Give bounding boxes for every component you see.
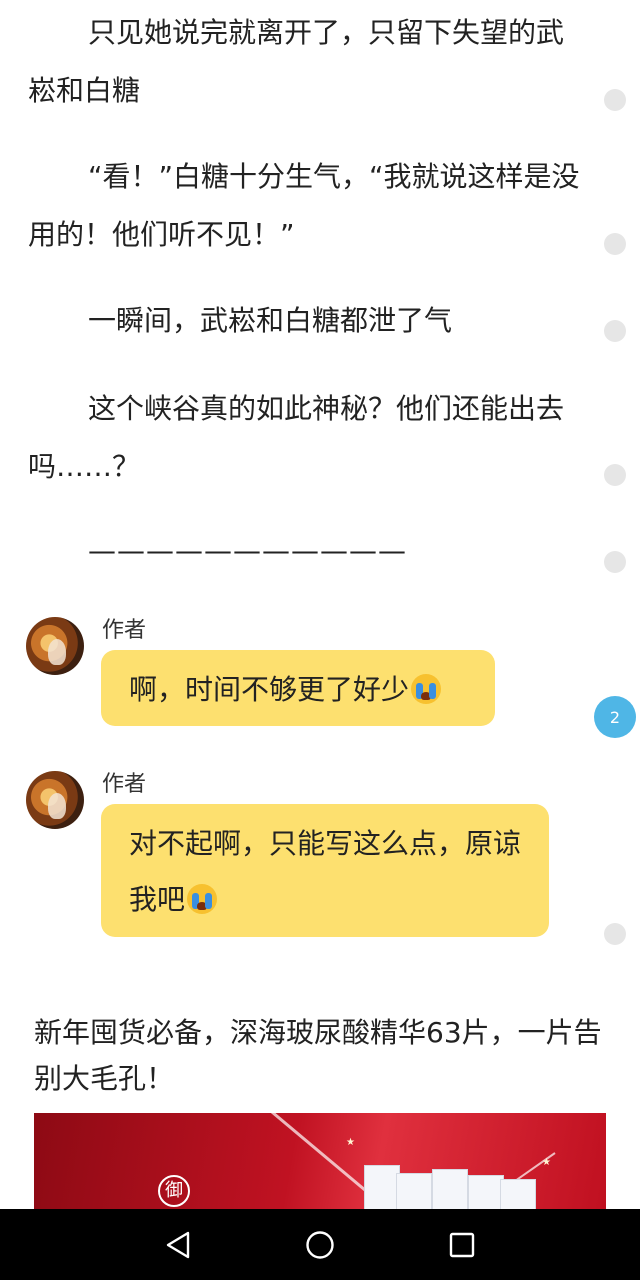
paragraph-comment-dot[interactable]: [604, 464, 626, 486]
story-paragraph-4: 这个峡谷真的如此神秘？他们还能出去吗……？: [28, 392, 565, 483]
recents-icon[interactable]: [446, 1229, 478, 1261]
comment-count: 2: [609, 707, 621, 727]
back-icon[interactable]: [162, 1229, 194, 1261]
loudly-crying-face-icon: [187, 884, 218, 914]
paragraph-comment-dot[interactable]: [604, 551, 626, 573]
paragraph-comment-dot[interactable]: [604, 89, 626, 111]
ad-banner-image[interactable]: 御 ★ ★: [34, 1113, 606, 1209]
author-avatar[interactable]: [26, 771, 84, 829]
ad-text[interactable]: 新年囤货必备，深海玻尿酸精华63片，一片告别大毛孔！: [34, 1010, 614, 1102]
author-note-text: 啊，时间不够更了好少: [129, 673, 410, 706]
navigation-bar: [0, 1209, 640, 1280]
ad-sparkle: ★: [346, 1137, 355, 1148]
ad-product-box: [396, 1173, 432, 1209]
author-name: 作者: [102, 772, 147, 797]
paragraph-comment-dot[interactable]: [604, 923, 626, 945]
author-note-bubble: 啊，时间不够更了好少: [101, 650, 495, 726]
story-paragraph-2: “看！”白糖十分生气，“我就说这样是没用的！他们听不见！”: [28, 160, 580, 251]
home-icon[interactable]: [304, 1229, 336, 1261]
ad-brand-logo: 御: [158, 1175, 190, 1207]
ad-sparkle: ★: [542, 1157, 551, 1168]
author-note-bubble: 对不起啊，只能写这么点，原谅我吧: [101, 804, 549, 937]
comment-count-badge[interactable]: 2: [594, 696, 636, 738]
story-divider: ———————————: [88, 534, 407, 567]
ad-product-box: [500, 1179, 536, 1209]
paragraph-comment-dot[interactable]: [604, 320, 626, 342]
paragraph-comment-dot[interactable]: [604, 233, 626, 255]
author-avatar[interactable]: [26, 617, 84, 675]
ad-product-box: [468, 1175, 504, 1209]
story-paragraph-1: 只见她说完就离开了，只留下失望的武崧和白糖: [28, 16, 565, 107]
story-paragraph-3: 一瞬间，武崧和白糖都泄了气: [88, 304, 453, 337]
ad-product-box: [432, 1169, 468, 1209]
author-name: 作者: [102, 618, 147, 643]
loudly-crying-face-icon: [411, 674, 442, 704]
ad-product-box: [364, 1165, 400, 1209]
